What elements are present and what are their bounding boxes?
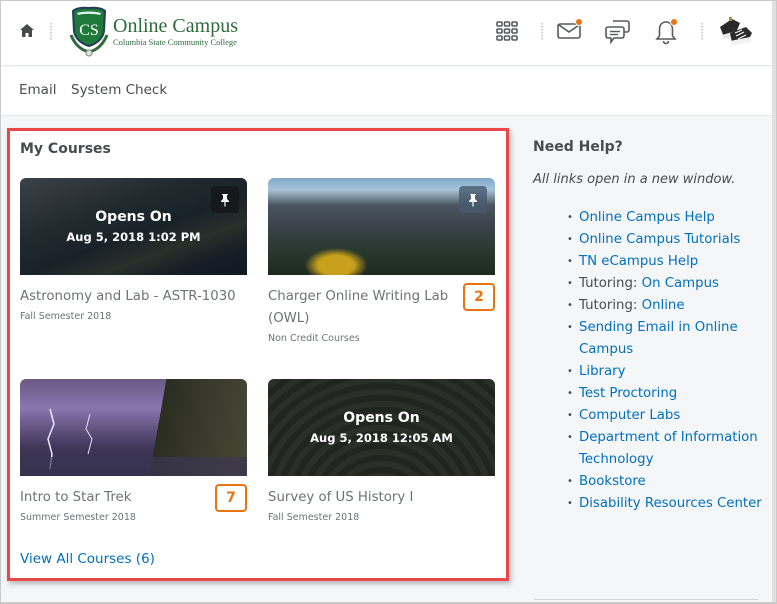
course-image[interactable] bbox=[268, 178, 495, 275]
course-name[interactable]: Survey of US History I bbox=[268, 487, 495, 509]
divider bbox=[534, 599, 758, 600]
notification-dot bbox=[575, 18, 583, 26]
page: CS Online Campus Columbia State Communit… bbox=[1, 1, 772, 602]
college-crest-icon: CS bbox=[69, 6, 109, 57]
view-all-courses-link[interactable]: View All Courses (6) bbox=[20, 551, 155, 567]
course-semester: Summer Semester 2018 bbox=[20, 512, 136, 523]
help-list-item: Online Campus Tutorials bbox=[567, 229, 769, 251]
opens-label: Opens On bbox=[95, 208, 172, 225]
course-semester: Fall Semester 2018 bbox=[20, 311, 112, 322]
help-link[interactable]: Computer Labs bbox=[579, 408, 680, 423]
mail-icon[interactable] bbox=[557, 18, 585, 42]
bell-icon[interactable] bbox=[654, 18, 680, 45]
help-link[interactable]: Online Campus Help bbox=[579, 210, 715, 225]
help-link[interactable]: Online Campus Tutorials bbox=[579, 232, 740, 247]
help-list-item: Disability Resources Center bbox=[567, 493, 769, 515]
home-icon[interactable] bbox=[18, 22, 36, 40]
help-list-item: Tutoring: On Campus bbox=[567, 273, 769, 295]
help-link[interactable]: Library bbox=[579, 364, 626, 379]
pin-icon bbox=[469, 193, 477, 207]
help-link[interactable]: On Campus bbox=[642, 276, 719, 291]
help-list-item: Online Campus Help bbox=[567, 207, 769, 229]
course-card: Opens On Aug 5, 2018 1:02 PM Astronomy a… bbox=[20, 178, 247, 322]
help-link[interactable]: Bookstore bbox=[579, 474, 646, 489]
opens-date: Aug 5, 2018 1:02 PM bbox=[66, 229, 201, 244]
opens-date: Aug 5, 2018 12:05 AM bbox=[310, 430, 453, 445]
course-semester: Fall Semester 2018 bbox=[268, 512, 360, 523]
pin-button[interactable] bbox=[459, 186, 487, 213]
svg-text:CS: CS bbox=[79, 22, 99, 39]
widget-title: My Courses bbox=[20, 141, 111, 157]
chat-icon[interactable] bbox=[605, 19, 631, 50]
pin-icon bbox=[221, 193, 229, 207]
top-header: CS Online Campus Columbia State Communit… bbox=[1, 1, 772, 66]
help-list-item: Computer Labs bbox=[567, 405, 769, 427]
help-link[interactable]: Test Proctoring bbox=[579, 386, 677, 401]
widget-title: Need Help? bbox=[533, 139, 623, 155]
help-link-prefix: Tutoring: bbox=[579, 298, 642, 313]
help-link[interactable]: TN eCampus Help bbox=[579, 254, 698, 269]
logo-title: Online Campus bbox=[113, 15, 238, 37]
notification-count-badge: 7 bbox=[215, 484, 247, 512]
lightning-icon bbox=[20, 408, 247, 476]
help-link[interactable]: Sending Email in Online Campus bbox=[579, 320, 738, 357]
course-card: Charger Online Writing Lab (OWL) Non Cre… bbox=[268, 178, 495, 344]
notification-count-badge: 2 bbox=[463, 283, 495, 311]
help-list-item: Tutoring: Online bbox=[567, 295, 769, 317]
nav-bar: Email System Check bbox=[1, 67, 772, 116]
course-card: Intro to Star Trek Summer Semester 2018 … bbox=[20, 379, 247, 523]
notification-dot bbox=[670, 18, 678, 26]
help-link-prefix: Tutoring: bbox=[579, 276, 642, 291]
help-links-list: Online Campus Help Online Campus Tutorial… bbox=[567, 207, 769, 515]
scrollbar[interactable] bbox=[772, 1, 776, 602]
help-list-item: Library bbox=[567, 361, 769, 383]
course-opens-overlay: Opens On Aug 5, 2018 12:05 AM bbox=[268, 379, 495, 476]
logo[interactable]: CS Online Campus Columbia State Communit… bbox=[69, 5, 238, 57]
nav-item-email[interactable]: Email bbox=[19, 82, 56, 98]
opens-label: Opens On bbox=[343, 409, 420, 426]
help-list-item: Test Proctoring bbox=[567, 383, 769, 405]
divider bbox=[50, 23, 52, 41]
nav-item-system-check[interactable]: System Check bbox=[71, 82, 167, 98]
help-link[interactable]: Online bbox=[642, 298, 685, 313]
course-image[interactable]: Opens On Aug 5, 2018 1:02 PM bbox=[20, 178, 247, 275]
divider bbox=[701, 23, 703, 41]
course-card: Opens On Aug 5, 2018 12:05 AM Survey of … bbox=[268, 379, 495, 523]
avatar[interactable] bbox=[718, 13, 754, 49]
help-list-item: Department of Information Technology bbox=[567, 427, 769, 471]
help-list-item: Sending Email in Online Campus bbox=[567, 317, 769, 361]
help-link[interactable]: Disability Resources Center bbox=[579, 496, 762, 511]
help-list-item: TN eCampus Help bbox=[567, 251, 769, 273]
course-image[interactable]: Opens On Aug 5, 2018 12:05 AM bbox=[268, 379, 495, 476]
pin-button[interactable] bbox=[211, 186, 239, 213]
help-note: All links open in a new window. bbox=[533, 172, 736, 187]
logo-subtitle: Columbia State Community College bbox=[113, 37, 237, 47]
course-name[interactable]: Astronomy and Lab - ASTR-1030 bbox=[20, 286, 247, 308]
help-list-item: Bookstore bbox=[567, 471, 769, 493]
course-image[interactable] bbox=[20, 379, 247, 476]
my-courses-widget: My Courses Opens On Aug 5, 2018 1:02 PM … bbox=[7, 128, 509, 581]
course-semester: Non Credit Courses bbox=[268, 333, 360, 344]
apps-grid-icon[interactable] bbox=[496, 21, 518, 46]
divider bbox=[541, 23, 543, 41]
help-link[interactable]: Department of Information Technology bbox=[579, 430, 758, 467]
logo-text: Online Campus Columbia State Community C… bbox=[113, 15, 238, 47]
course-name[interactable]: Charger Online Writing Lab (OWL) bbox=[268, 286, 458, 330]
course-name[interactable]: Intro to Star Trek bbox=[20, 487, 210, 509]
